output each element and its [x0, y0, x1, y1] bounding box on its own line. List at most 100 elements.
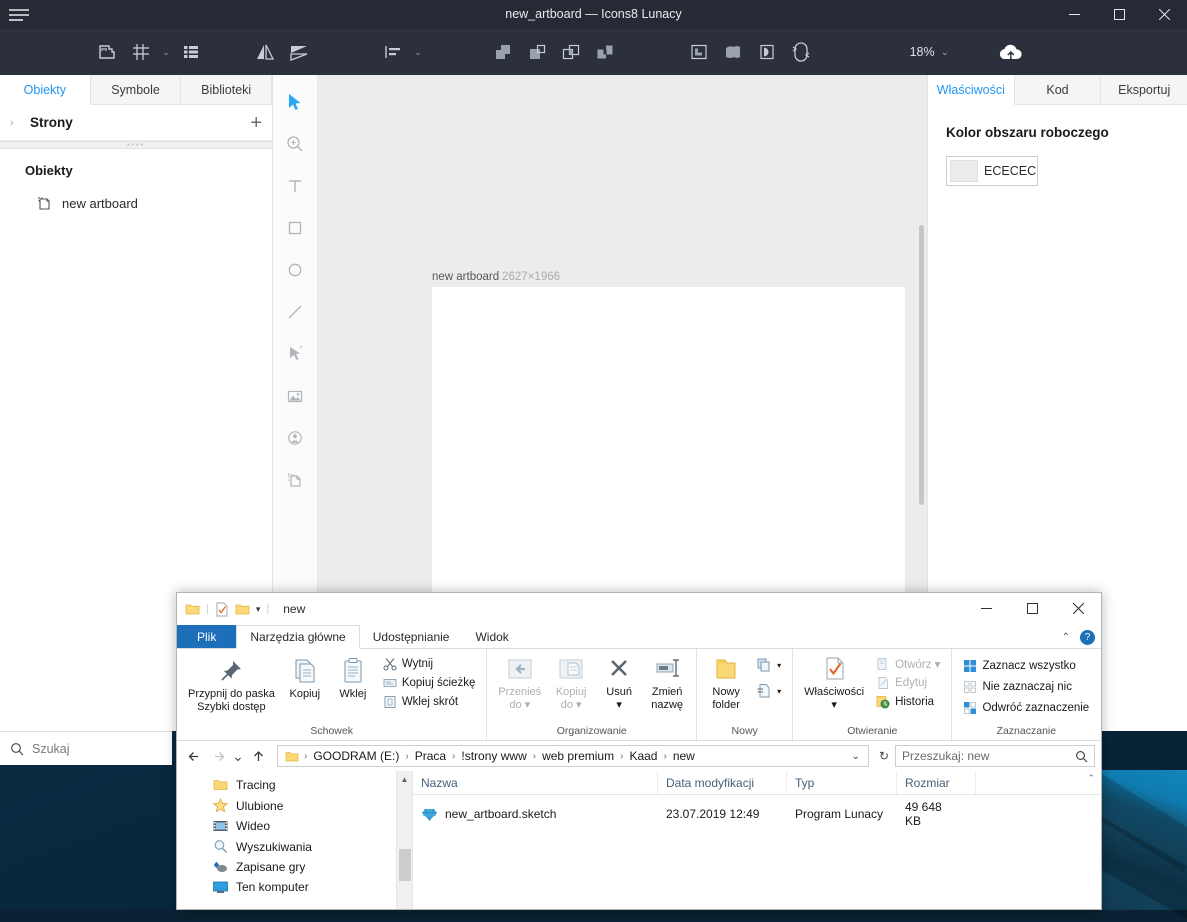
breadcrumb-item-new[interactable]: new: [669, 749, 699, 763]
ribbon-collapse-caret-icon[interactable]: ⌃: [1062, 632, 1070, 643]
boolean-difference-icon[interactable]: [588, 35, 622, 69]
folder-icon[interactable]: [235, 602, 250, 616]
flip-vertical-icon[interactable]: [282, 35, 316, 69]
cut-button[interactable]: Wytnij: [378, 655, 481, 673]
ribbon-tab-udostepnianie[interactable]: Udostępnianie: [360, 625, 463, 648]
cloud-upload-icon[interactable]: [985, 35, 1037, 69]
search-icon[interactable]: [1075, 750, 1088, 763]
explorer-search-input[interactable]: Przeszukaj: new: [895, 745, 1095, 767]
panel-splitter[interactable]: ••••: [0, 141, 272, 149]
explorer-maximize-button[interactable]: [1009, 593, 1055, 624]
history-button[interactable]: Historia: [871, 693, 945, 711]
layout-columns-icon[interactable]: [174, 35, 208, 69]
list-item-artboard[interactable]: new artboard: [0, 190, 272, 216]
line-tool-icon[interactable]: [278, 295, 312, 329]
zoom-level-control[interactable]: 18% ⌄: [910, 45, 949, 59]
grid-caret-icon[interactable]: ⌄: [158, 35, 174, 69]
open-button[interactable]: Otwórz ▾: [871, 655, 945, 673]
maximize-button[interactable]: [1097, 0, 1142, 29]
boolean-intersect-icon[interactable]: [554, 35, 588, 69]
breadcrumb-item-goodram[interactable]: GOODRAM (E:): [309, 749, 403, 763]
rotate-copy-icon[interactable]: [784, 35, 818, 69]
edit-button[interactable]: Edytuj: [871, 674, 945, 692]
tab-obiekty[interactable]: Obiekty: [0, 75, 91, 105]
boolean-union-icon[interactable]: [486, 35, 520, 69]
explorer-minimize-button[interactable]: [963, 593, 1009, 624]
breadcrumb[interactable]: › GOODRAM (E:) › Praca › !strony www › w…: [277, 745, 869, 767]
paste-shortcut-button[interactable]: Wklej skrót: [378, 693, 481, 711]
color-swatch[interactable]: [950, 160, 978, 182]
paste-button[interactable]: Wklej: [330, 653, 376, 704]
ruler-icon[interactable]: [90, 35, 124, 69]
nav-item-tracing[interactable]: Tracing: [177, 775, 412, 795]
nav-item-zapisane-gry[interactable]: Zapisane gry: [177, 857, 412, 877]
scroll-up-arrow-icon[interactable]: ▲: [397, 771, 412, 787]
taskbar-search-box[interactable]: Szukaj: [0, 731, 172, 765]
flip-horizontal-icon[interactable]: [248, 35, 282, 69]
select-all-button[interactable]: Zaznacz wszystko: [958, 657, 1094, 675]
add-page-button[interactable]: +: [250, 113, 262, 133]
ribbon-tab-widok[interactable]: Widok: [462, 625, 521, 648]
breadcrumb-item-praca[interactable]: Praca: [411, 749, 450, 763]
copy-button[interactable]: Kopiuj: [282, 653, 328, 704]
artboard-label[interactable]: new artboard 2627×1966: [432, 271, 560, 283]
easy-access-button[interactable]: ▾: [751, 681, 786, 701]
folder-icon[interactable]: [185, 602, 200, 616]
table-row[interactable]: new_artboard.sketch 23.07.2019 12:49 Pro…: [413, 800, 1101, 828]
help-icon[interactable]: ?: [1080, 629, 1095, 645]
breadcrumb-item-web-premium[interactable]: web premium: [538, 749, 618, 763]
flatten-icon[interactable]: [716, 35, 750, 69]
column-header-data-modyfikacji[interactable]: Data modyfikacji: [658, 771, 787, 794]
nav-item-ulubione[interactable]: Ulubione: [177, 795, 412, 816]
properties-check-icon[interactable]: [215, 602, 229, 617]
zoom-tool-icon[interactable]: [278, 127, 312, 161]
ellipse-tool-icon[interactable]: [278, 253, 312, 287]
color-hex-value[interactable]: ECECEC: [984, 164, 1036, 178]
artboard-canvas[interactable]: [432, 287, 905, 641]
align-caret-icon[interactable]: ⌄: [410, 35, 426, 69]
back-button[interactable]: [183, 745, 205, 767]
tab-kod[interactable]: Kod: [1014, 75, 1102, 105]
up-button[interactable]: [247, 745, 269, 767]
new-folder-button[interactable]: Nowy folder: [703, 653, 749, 715]
select-none-button[interactable]: Nie zaznaczaj nic: [958, 678, 1094, 696]
align-left-icon[interactable]: [376, 35, 410, 69]
column-header-rozmiar[interactable]: Rozmiar: [897, 771, 976, 794]
column-header-typ[interactable]: Typ: [787, 771, 897, 794]
canvas-vertical-scrollbar[interactable]: [919, 225, 924, 505]
avatar-tool-icon[interactable]: [278, 421, 312, 455]
explorer-close-button[interactable]: [1055, 593, 1101, 624]
delete-button[interactable]: Usuń ▾: [596, 653, 642, 715]
select-tool-icon[interactable]: [278, 85, 312, 119]
ribbon-tab-plik[interactable]: Plik: [177, 625, 237, 648]
forward-button[interactable]: [207, 745, 229, 767]
tab-symbole[interactable]: Symbole: [90, 75, 182, 105]
breadcrumb-item-strony-www[interactable]: !strony www: [457, 749, 530, 763]
rename-button[interactable]: Zmień nazwę: [644, 653, 690, 715]
invert-selection-button[interactable]: Odwróć zaznaczenie: [958, 699, 1094, 717]
recent-locations-caret-icon[interactable]: ⌄: [231, 745, 245, 767]
quick-access-caret-icon[interactable]: ▾: [256, 604, 261, 615]
nav-item-ten-komputer[interactable]: Ten komputer: [177, 877, 412, 897]
mask-icon[interactable]: [682, 35, 716, 69]
new-item-button[interactable]: ▾: [751, 655, 786, 675]
half-fill-icon[interactable]: [750, 35, 784, 69]
sort-caret-icon[interactable]: ⌃: [1087, 773, 1095, 784]
tab-eksportuj[interactable]: Eksportuj: [1101, 75, 1187, 105]
navigation-pane-scrollbar[interactable]: ▲: [396, 771, 412, 909]
tab-biblioteki[interactable]: Biblioteki: [181, 75, 273, 105]
properties-button[interactable]: Właściwości ▾: [799, 653, 869, 715]
breadcrumb-dropdown-caret-icon[interactable]: ⌄: [846, 751, 866, 762]
pen-tool-icon[interactable]: [278, 337, 312, 371]
tab-wlasciwosci[interactable]: Właściwości: [928, 75, 1015, 105]
close-button[interactable]: [1142, 0, 1187, 29]
image-tool-icon[interactable]: [278, 379, 312, 413]
canvas-color-picker[interactable]: ECECEC: [946, 156, 1038, 186]
column-header-nazwa[interactable]: Nazwa: [413, 771, 658, 794]
refresh-icon[interactable]: ↻: [875, 749, 893, 763]
minimize-button[interactable]: [1052, 0, 1097, 29]
nav-item-wideo[interactable]: Wideo: [177, 816, 412, 836]
ribbon-tab-narzedzia-glowne[interactable]: Narzędzia główne: [236, 625, 360, 649]
rectangle-tool-icon[interactable]: [278, 211, 312, 245]
chevron-right-icon[interactable]: ›: [10, 117, 22, 129]
